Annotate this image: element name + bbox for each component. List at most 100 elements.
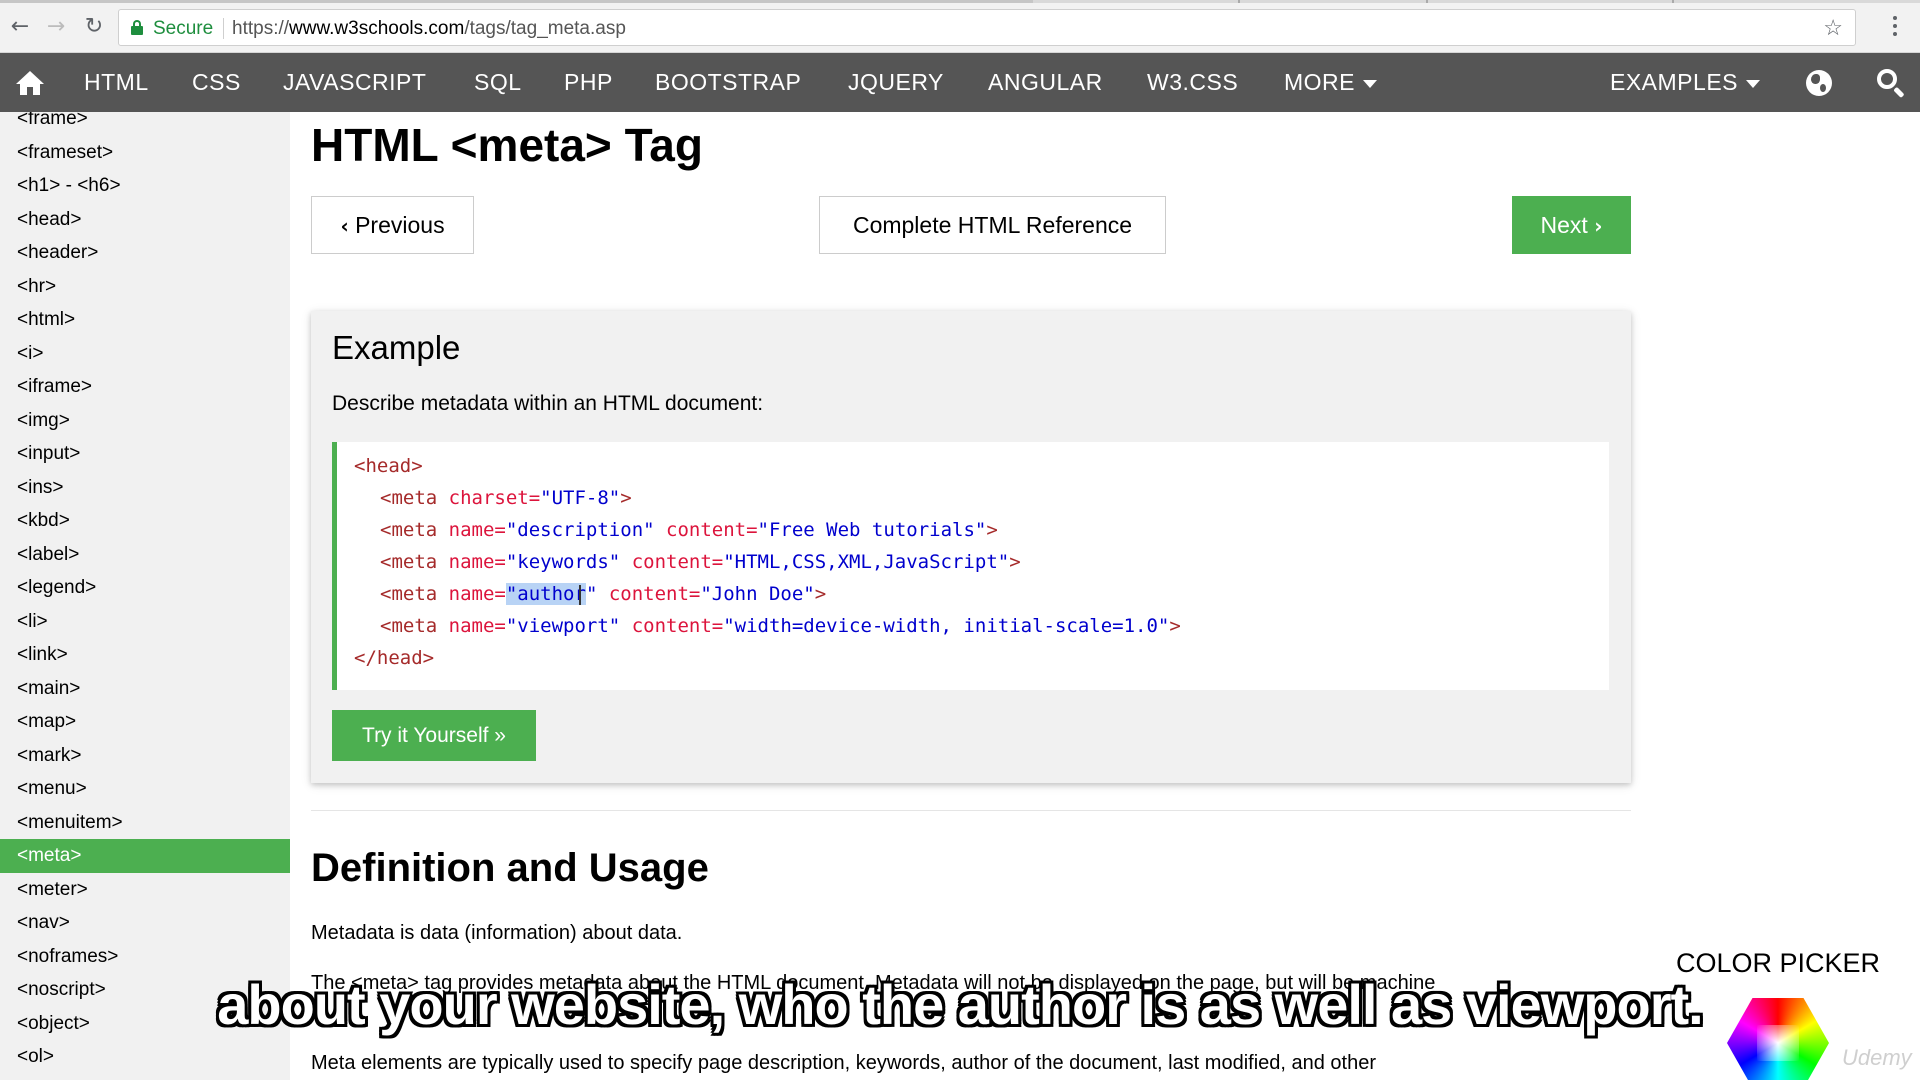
code-value: "Free Web tutorials"	[757, 519, 987, 541]
next-button[interactable]: Next ›	[1512, 196, 1631, 254]
sidebar-item-legend[interactable]: <legend>	[0, 571, 290, 605]
code-tag: <meta	[380, 487, 438, 509]
sidebar-item-map[interactable]: <map>	[0, 705, 290, 739]
paragraph-meta-elements: Meta elements are typically used to spec…	[311, 1052, 1377, 1074]
sidebar-item-meter[interactable]: <meter>	[0, 873, 290, 907]
sidebar-item-ins[interactable]: <ins>	[0, 471, 290, 505]
sidebar-item-img[interactable]: <img>	[0, 404, 290, 438]
nav-bootstrap[interactable]: BOOTSTRAP	[655, 53, 801, 112]
subtitle-caption: about your website, who the author is as…	[217, 973, 1703, 1036]
selected-text: "author	[505, 583, 586, 605]
sidebar-item-headings[interactable]: <h1> - <h6>	[0, 169, 290, 203]
globe-icon[interactable]	[1806, 70, 1832, 96]
code-attr: content=	[608, 583, 701, 605]
nav-php[interactable]: PHP	[564, 53, 613, 112]
main-content: HTML <meta> Tag ‹ Previous Complete HTML…	[290, 112, 1920, 1080]
sidebar-item-nav[interactable]: <nav>	[0, 906, 290, 940]
tab-divider	[1672, 0, 1674, 3]
nav-angular[interactable]: ANGULAR	[988, 53, 1103, 112]
code-attr: content=	[631, 551, 724, 573]
code-value: "description"	[505, 519, 655, 541]
sidebar-item-header[interactable]: <header>	[0, 236, 290, 270]
address-bar[interactable]: Secure https://www.w3schools.com/tags/ta…	[118, 9, 1856, 46]
back-arrow-icon[interactable]: ←	[6, 12, 34, 40]
nav-examples-label: EXAMPLES	[1610, 69, 1738, 95]
text-cursor-icon	[578, 584, 581, 605]
watermark: Udemy	[1842, 1045, 1912, 1070]
code-tag: >	[620, 487, 632, 509]
nav-examples[interactable]: EXAMPLES	[1610, 53, 1760, 112]
search-icon[interactable]	[1876, 68, 1906, 99]
home-icon[interactable]	[12, 65, 48, 101]
code-line: <meta name="description" content="Free W…	[380, 518, 998, 542]
code-tag: <meta	[380, 583, 438, 605]
code-line: </head>	[354, 646, 434, 670]
code-attr: content=	[631, 615, 724, 637]
caret-down-icon	[1746, 79, 1760, 88]
complete-reference-button[interactable]: Complete HTML Reference	[819, 196, 1166, 254]
nav-w3css[interactable]: W3.CSS	[1147, 53, 1238, 112]
code-line: <meta name="keywords" content="HTML,CSS,…	[380, 550, 1021, 574]
nav-html[interactable]: HTML	[84, 53, 149, 112]
code-value: "viewport"	[505, 615, 621, 637]
previous-label: Previous	[355, 212, 445, 238]
sidebar-item-iframe[interactable]: <iframe>	[0, 370, 290, 404]
code-tag: <meta	[380, 519, 438, 541]
code-value: "keywords"	[505, 551, 621, 573]
sidebar-item-head[interactable]: <head>	[0, 203, 290, 237]
code-block[interactable]: <head> <meta charset="UTF-8"> <meta name…	[332, 442, 1609, 690]
url-path: /tags/tag_meta.asp	[464, 18, 626, 39]
section-divider	[311, 810, 1631, 811]
nav-javascript[interactable]: JAVASCRIPT	[283, 53, 426, 112]
sidebar-item-ol[interactable]: <ol>	[0, 1040, 290, 1074]
code-tag: >	[814, 583, 827, 605]
sidebar-list: <frame> <frameset> <h1> - <h6> <head> <h…	[0, 112, 290, 1074]
sidebar-item-menuitem[interactable]: <menuitem>	[0, 806, 290, 840]
top-navigation: HTML CSS JAVASCRIPT SQL PHP BOOTSTRAP JQ…	[0, 53, 1920, 112]
example-heading: Example	[332, 329, 461, 366]
previous-button[interactable]: ‹ Previous	[311, 196, 474, 254]
next-label: Next	[1540, 212, 1588, 238]
browser-menu-icon[interactable]	[1890, 12, 1900, 40]
nav-more[interactable]: MORE	[1284, 53, 1377, 112]
sidebar-item-main[interactable]: <main>	[0, 672, 290, 706]
sidebar-item-link[interactable]: <link>	[0, 638, 290, 672]
sidebar-item-hr[interactable]: <hr>	[0, 270, 290, 304]
sidebar-item-kbd[interactable]: <kbd>	[0, 504, 290, 538]
sidebar-item-frameset[interactable]: <frameset>	[0, 136, 290, 170]
url-text[interactable]: https://www.w3schools.com/tags/tag_meta.…	[232, 18, 626, 40]
url-host: www.w3schools.com	[289, 18, 465, 39]
example-description: Describe metadata within an HTML documen…	[332, 392, 764, 415]
code-attr: name=	[448, 519, 506, 541]
sidebar-item-menu[interactable]: <menu>	[0, 772, 290, 806]
tab-active-indicator	[0, 0, 1033, 3]
code-attr: name=	[448, 583, 506, 605]
code-attr: charset=	[448, 487, 541, 509]
nav-sql[interactable]: SQL	[474, 53, 522, 112]
code-attr: name=	[448, 551, 506, 573]
sidebar-item-input[interactable]: <input>	[0, 437, 290, 471]
nav-jquery[interactable]: JQUERY	[848, 53, 944, 112]
tab-divider	[1238, 0, 1240, 3]
sidebar-item-frame[interactable]: <frame>	[0, 112, 290, 136]
code-line: <meta name="author" content="John Doe">	[380, 582, 826, 606]
nav-css[interactable]: CSS	[192, 53, 241, 112]
sidebar-item-meta[interactable]: <meta>	[0, 839, 290, 873]
sidebar-item-html[interactable]: <html>	[0, 303, 290, 337]
url-scheme: https://	[232, 18, 290, 39]
sidebar-item-mark[interactable]: <mark>	[0, 739, 290, 773]
secure-label: Secure	[153, 18, 214, 39]
sidebar-item-i[interactable]: <i>	[0, 337, 290, 371]
reload-icon[interactable]: ↻	[80, 12, 108, 40]
lock-icon	[131, 20, 143, 35]
bookmark-star-icon[interactable]: ☆	[1823, 15, 1843, 41]
sidebar-item-li[interactable]: <li>	[0, 605, 290, 639]
code-tag: <meta	[380, 551, 438, 573]
forward-arrow-icon[interactable]: →	[42, 12, 70, 40]
code-line: <meta name="viewport" content="width=dev…	[380, 614, 1181, 638]
code-value: "John Doe"	[700, 583, 815, 605]
chevron-left-icon: ‹	[340, 214, 349, 238]
sidebar-item-noframes[interactable]: <noframes>	[0, 940, 290, 974]
sidebar-item-label[interactable]: <label>	[0, 538, 290, 572]
try-it-yourself-button[interactable]: Try it Yourself »	[332, 710, 536, 761]
